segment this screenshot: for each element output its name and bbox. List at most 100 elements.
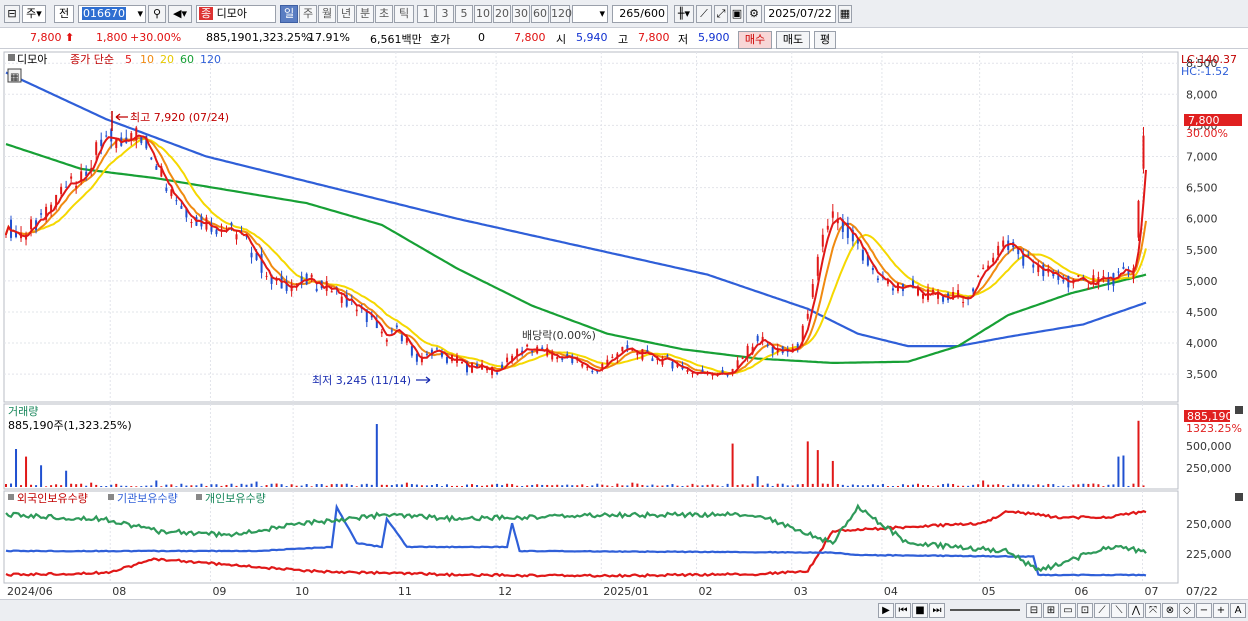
volume-bar [240, 483, 243, 487]
date-field[interactable]: 2025/07/22 [764, 5, 836, 23]
interval-10[interactable]: 10 [474, 5, 492, 23]
volume-bar [355, 486, 358, 487]
period-daily[interactable]: 일 [280, 5, 298, 23]
volume-bar [581, 484, 584, 487]
draw-icon-1[interactable]: ⟋ [1094, 603, 1110, 618]
volume-bar [280, 484, 283, 487]
volume-bar [1127, 485, 1130, 487]
calendar-icon[interactable]: ▦ [838, 5, 852, 23]
legend-square-icon [8, 54, 15, 61]
candle-body [811, 284, 814, 298]
volume-bar [210, 484, 213, 487]
volume-bar [576, 485, 579, 487]
volume-bar [165, 484, 168, 487]
interval-120[interactable]: 120 [550, 5, 572, 23]
candle-body [400, 335, 403, 342]
volume-bar [656, 485, 659, 487]
volume-bar [671, 484, 674, 487]
volume-panel-close-icon[interactable] [1235, 406, 1243, 414]
holdings-panel-close-icon[interactable] [1235, 493, 1243, 501]
draw-icon-4[interactable]: ⤧ [1145, 603, 1161, 618]
zoom-in-icon[interactable]: + [1213, 603, 1229, 618]
open-price: 5,940 [576, 31, 608, 44]
volume-bar [947, 483, 950, 487]
scroll-start-icon[interactable]: ⏮ [895, 603, 911, 618]
holdings-legend-foreign: 외국인보유수량 [17, 492, 88, 505]
volume-bar [195, 485, 198, 487]
interval-60[interactable]: 60 [531, 5, 549, 23]
volume-bar [1022, 484, 1025, 487]
zoom-out-icon[interactable]: − [1196, 603, 1212, 618]
draw-icon-2[interactable]: ⟍ [1111, 603, 1127, 618]
buy-button[interactable]: 매수 [738, 31, 772, 49]
interval-20[interactable]: 20 [493, 5, 511, 23]
holdings-tick-225k: 225,000 [1186, 548, 1232, 561]
period-weekly[interactable]: 주 [299, 5, 317, 23]
volume-bar [546, 484, 549, 487]
settings-gear-icon[interactable]: ⚙ [746, 5, 762, 23]
layout-icon-4[interactable]: ⊡ [1077, 603, 1093, 618]
period-minute[interactable]: 분 [356, 5, 374, 23]
volume-bar [987, 484, 990, 487]
speaker-icon[interactable]: ◀▾ [168, 5, 192, 23]
volume-bar [1027, 484, 1030, 487]
scroll-right-icon[interactable]: ▶ [878, 603, 894, 618]
layout-icon-1[interactable]: ⊟ [1026, 603, 1042, 618]
interval-1[interactable]: 1 [417, 5, 435, 23]
market-select[interactable]: 주▾ [22, 5, 46, 23]
candle-body [891, 288, 894, 291]
count-max: /600 [640, 7, 665, 20]
count-field[interactable]: 265/600 [612, 5, 668, 23]
period-second[interactable]: 초 [375, 5, 393, 23]
volume-bar [486, 485, 489, 487]
chart-menu-icon[interactable]: ⊟ [4, 5, 20, 23]
candle-body [1117, 271, 1120, 273]
volume-bar [917, 483, 919, 487]
period-monthly[interactable]: 월 [318, 5, 336, 23]
prev-toggle[interactable]: 전 [54, 5, 74, 23]
eval-button[interactable]: 평 [814, 31, 836, 49]
volume-bar [521, 486, 524, 487]
scroll-end-icon[interactable]: ⏭ [929, 603, 945, 618]
volume-bar [932, 486, 935, 487]
expand-icon[interactable]: ⤢ [714, 5, 728, 23]
search-icon[interactable]: ⚲ [148, 5, 166, 23]
volume-bar [230, 483, 233, 487]
stop-icon[interactable]: ■ [912, 603, 928, 618]
volume-bar [255, 481, 258, 487]
volume-bar [40, 465, 43, 487]
volume-bar [235, 485, 238, 487]
stock-code-input[interactable]: 016670 ▾ [78, 5, 146, 23]
candle-body [932, 289, 935, 292]
volume-bar [821, 483, 824, 487]
zoom-slider[interactable] [950, 603, 1020, 611]
candle-body [611, 356, 614, 358]
layout-icon-3[interactable]: ▭ [1060, 603, 1076, 618]
stock-name-field[interactable]: 종 디모아 [196, 5, 276, 23]
layout-icon-2[interactable]: ⊞ [1043, 603, 1059, 618]
volume-bar [876, 485, 879, 487]
period-yearly[interactable]: 년 [337, 5, 355, 23]
period-tick[interactable]: 틱 [394, 5, 414, 23]
volume-bar [646, 485, 649, 487]
grid-toggle-glyph: ▦ [10, 72, 19, 83]
interval-5[interactable]: 5 [455, 5, 473, 23]
interval-3[interactable]: 3 [436, 5, 454, 23]
volume-bar [225, 484, 228, 487]
sell-button[interactable]: 매도 [776, 31, 810, 49]
draw-icon-6[interactable]: ◇ [1179, 603, 1195, 618]
draw-icon-3[interactable]: ⋀ [1128, 603, 1144, 618]
interval-custom-select[interactable]: ▾ [572, 5, 608, 23]
candle-type-icon[interactable]: ╫▾ [674, 5, 694, 23]
volume-bar [180, 483, 183, 487]
draw-icon-5[interactable]: ⊗ [1162, 603, 1178, 618]
volume-bar [5, 484, 7, 487]
volume-bar [561, 485, 564, 487]
save-icon[interactable]: ▣ [730, 5, 744, 23]
auto-scale-icon[interactable]: A [1230, 603, 1246, 618]
volume-bar [455, 485, 458, 487]
draw-tool-icon[interactable]: ⟋ [696, 5, 712, 23]
interval-30[interactable]: 30 [512, 5, 530, 23]
candle-body [696, 374, 699, 376]
stock-chart[interactable]: 8,5008,0007,5007,0006,5006,0005,5005,000… [0, 49, 1248, 599]
